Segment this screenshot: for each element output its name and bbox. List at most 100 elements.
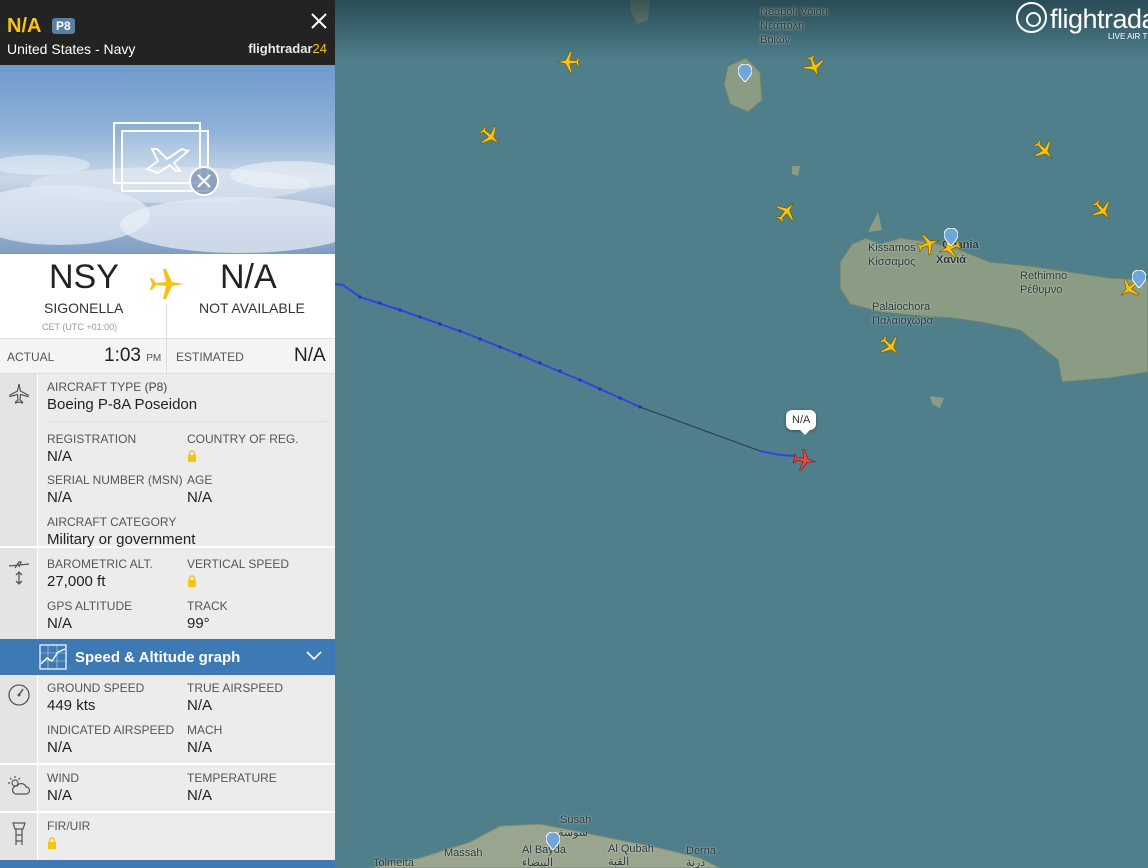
gps-alt-value: N/A xyxy=(47,615,73,632)
tower-icon xyxy=(12,822,26,845)
map-label-neapoli-gr1: Νεάπολη xyxy=(760,20,805,32)
gps-alt-field: GPS ALTITUDE N/A xyxy=(47,599,132,632)
selected-plane-icon[interactable] xyxy=(790,446,818,474)
track-value: 99° xyxy=(187,615,210,632)
close-icon[interactable] xyxy=(310,12,328,30)
map-label-palaiochora: Palaiochora xyxy=(872,301,931,313)
aircraft-photo[interactable] xyxy=(0,65,335,254)
map-label-rethimno: Rethimno xyxy=(1020,270,1068,282)
ground-speed-value: 449 kts xyxy=(47,697,96,714)
map-label-kissamos-gr: Κίσσαμος xyxy=(868,256,916,268)
panel-header: N/A P8 United States - Navy flightradar2… xyxy=(0,0,335,65)
track-label: TRACK xyxy=(187,599,228,613)
plane-icon[interactable] xyxy=(772,198,800,226)
map-label-palaiochora-gr: Παλαιοχώρα xyxy=(872,315,933,327)
aircraft-type-badge: P8 xyxy=(52,18,75,34)
aircraft-type-value: Boeing P-8A Poseidon xyxy=(47,396,198,413)
temperature-value: N/A xyxy=(187,787,213,804)
plane-icon[interactable] xyxy=(555,48,583,76)
mach-label: MACH xyxy=(187,723,223,737)
map-label-susah: Susah xyxy=(560,814,592,826)
flightradar-logo[interactable]: flightradar LIVE AIR TRAFFIC xyxy=(1016,2,1148,42)
serial-value: N/A xyxy=(47,489,73,506)
selected-flight-label[interactable]: N/A xyxy=(786,410,817,435)
map-label-derna: Derna xyxy=(686,845,716,857)
destination-code[interactable]: N/A xyxy=(220,258,277,297)
speed-altitude-graph-toggle[interactable]: Speed & Altitude graph xyxy=(0,639,335,675)
lock-icon[interactable] xyxy=(187,575,197,587)
location-pin-icon[interactable] xyxy=(546,832,560,850)
indicated-airspeed-field: INDICATED AIRSPEED N/A xyxy=(47,723,174,756)
baro-alt-label: BAROMETRIC ALT. xyxy=(47,557,153,571)
map-label-alqubah-ar: القبة xyxy=(608,856,630,868)
aircraft-section: AIRCRAFT TYPE (P8) Boeing P-8A Poseidon … xyxy=(0,374,335,548)
brand-number: 24 xyxy=(312,41,327,56)
graph-icon xyxy=(39,644,67,670)
country-field: COUNTRY OF REG. xyxy=(187,432,299,467)
lock-icon[interactable] xyxy=(47,837,57,849)
origin-timezone: CET (UTC +01:00) xyxy=(42,322,118,332)
map-label-alqubah: Al Qubah xyxy=(608,843,654,855)
baro-alt-field: BAROMETRIC ALT. 27,000 ft xyxy=(47,557,153,590)
aircraft-type-icon xyxy=(9,383,29,404)
map-label-kissamos: Kissamos xyxy=(868,242,916,254)
origin-city: SIGONELLA xyxy=(44,300,124,316)
wind-label: WIND xyxy=(47,771,79,785)
map-label-neapoli-gr2: Βοιών xyxy=(760,34,790,46)
weather-section: WIND N/A TEMPERATURE N/A xyxy=(0,765,335,813)
chevron-down-icon xyxy=(306,651,322,661)
aircraft-type-field: AIRCRAFT TYPE (P8) Boeing P-8A Poseidon xyxy=(47,380,327,422)
map-label-susah-ar: سوسة xyxy=(558,827,589,839)
country-label: COUNTRY OF REG. xyxy=(187,432,299,446)
lock-icon[interactable] xyxy=(187,450,197,462)
logo-subtitle: LIVE AIR TRAFFIC xyxy=(1108,32,1148,41)
registration-value: N/A xyxy=(47,448,73,465)
altitude-section: BAROMETRIC ALT. 27,000 ft VERTICAL SPEED… xyxy=(0,548,335,639)
origin-code[interactable]: NSY xyxy=(49,258,119,297)
plane-icon[interactable] xyxy=(876,332,904,360)
weather-icon xyxy=(8,776,31,795)
fir-label: FIR/UIR xyxy=(47,819,91,833)
registration-label: REGISTRATION xyxy=(47,432,137,446)
baro-alt-value: 27,000 ft xyxy=(47,573,106,590)
gps-alt-label: GPS ALTITUDE xyxy=(47,599,133,613)
registration-field: REGISTRATION N/A xyxy=(47,432,136,465)
estimated-time: N/A xyxy=(294,345,326,366)
map-label-neapoli: Neapoli Voion xyxy=(760,6,828,18)
actual-label: ACTUAL xyxy=(7,350,55,364)
indicated-airspeed-value: N/A xyxy=(47,739,73,756)
destination-city: NOT AVAILABLE xyxy=(199,300,305,316)
actual-time: 1:03 PM xyxy=(104,345,161,367)
location-pin-icon[interactable] xyxy=(738,64,752,82)
next-section-bar[interactable] xyxy=(0,860,335,868)
true-airspeed-value: N/A xyxy=(187,697,213,714)
true-airspeed-label: TRUE AIRSPEED xyxy=(187,681,284,695)
temperature-field: TEMPERATURE N/A xyxy=(187,771,277,804)
callsign: N/A xyxy=(7,15,42,37)
flight-info-panel: N/A P8 United States - Navy flightradar2… xyxy=(0,0,335,868)
plane-icon[interactable] xyxy=(476,122,504,150)
aircraft-type-label: AIRCRAFT TYPE xyxy=(47,380,142,394)
location-pin-icon[interactable] xyxy=(1132,270,1146,288)
serial-field: SERIAL NUMBER (MSN) N/A xyxy=(47,473,183,506)
serial-label: SERIAL NUMBER (MSN) xyxy=(47,473,183,487)
mach-field: MACH N/A xyxy=(187,723,222,756)
category-field: AIRCRAFT CATEGORY Military or government xyxy=(47,515,195,548)
age-field: AGE N/A xyxy=(187,473,212,506)
altitude-icon xyxy=(8,561,30,585)
speed-section: GROUND SPEED 449 kts TRUE AIRSPEED N/A I… xyxy=(0,675,335,765)
plane-icon[interactable] xyxy=(1030,136,1058,164)
plane-icon[interactable] xyxy=(800,52,828,80)
map-label-tolmeita: Tolmeita xyxy=(373,857,414,868)
plane-icon xyxy=(143,260,191,308)
category-label: AIRCRAFT CATEGORY xyxy=(47,515,177,529)
plane-icon[interactable] xyxy=(1088,196,1116,224)
actual-time-suffix: PM xyxy=(146,353,162,364)
map-label-rethimno-gr: Ρέθυμνο xyxy=(1020,284,1063,296)
ground-speed-label: GROUND SPEED xyxy=(47,681,145,695)
airline-name: United States - Navy xyxy=(7,41,136,57)
fir-field: FIR/UIR xyxy=(47,819,90,854)
vertical-speed-field: VERTICAL SPEED xyxy=(187,557,289,592)
true-airspeed-field: TRUE AIRSPEED N/A xyxy=(187,681,283,714)
location-pin-icon[interactable] xyxy=(944,228,958,246)
